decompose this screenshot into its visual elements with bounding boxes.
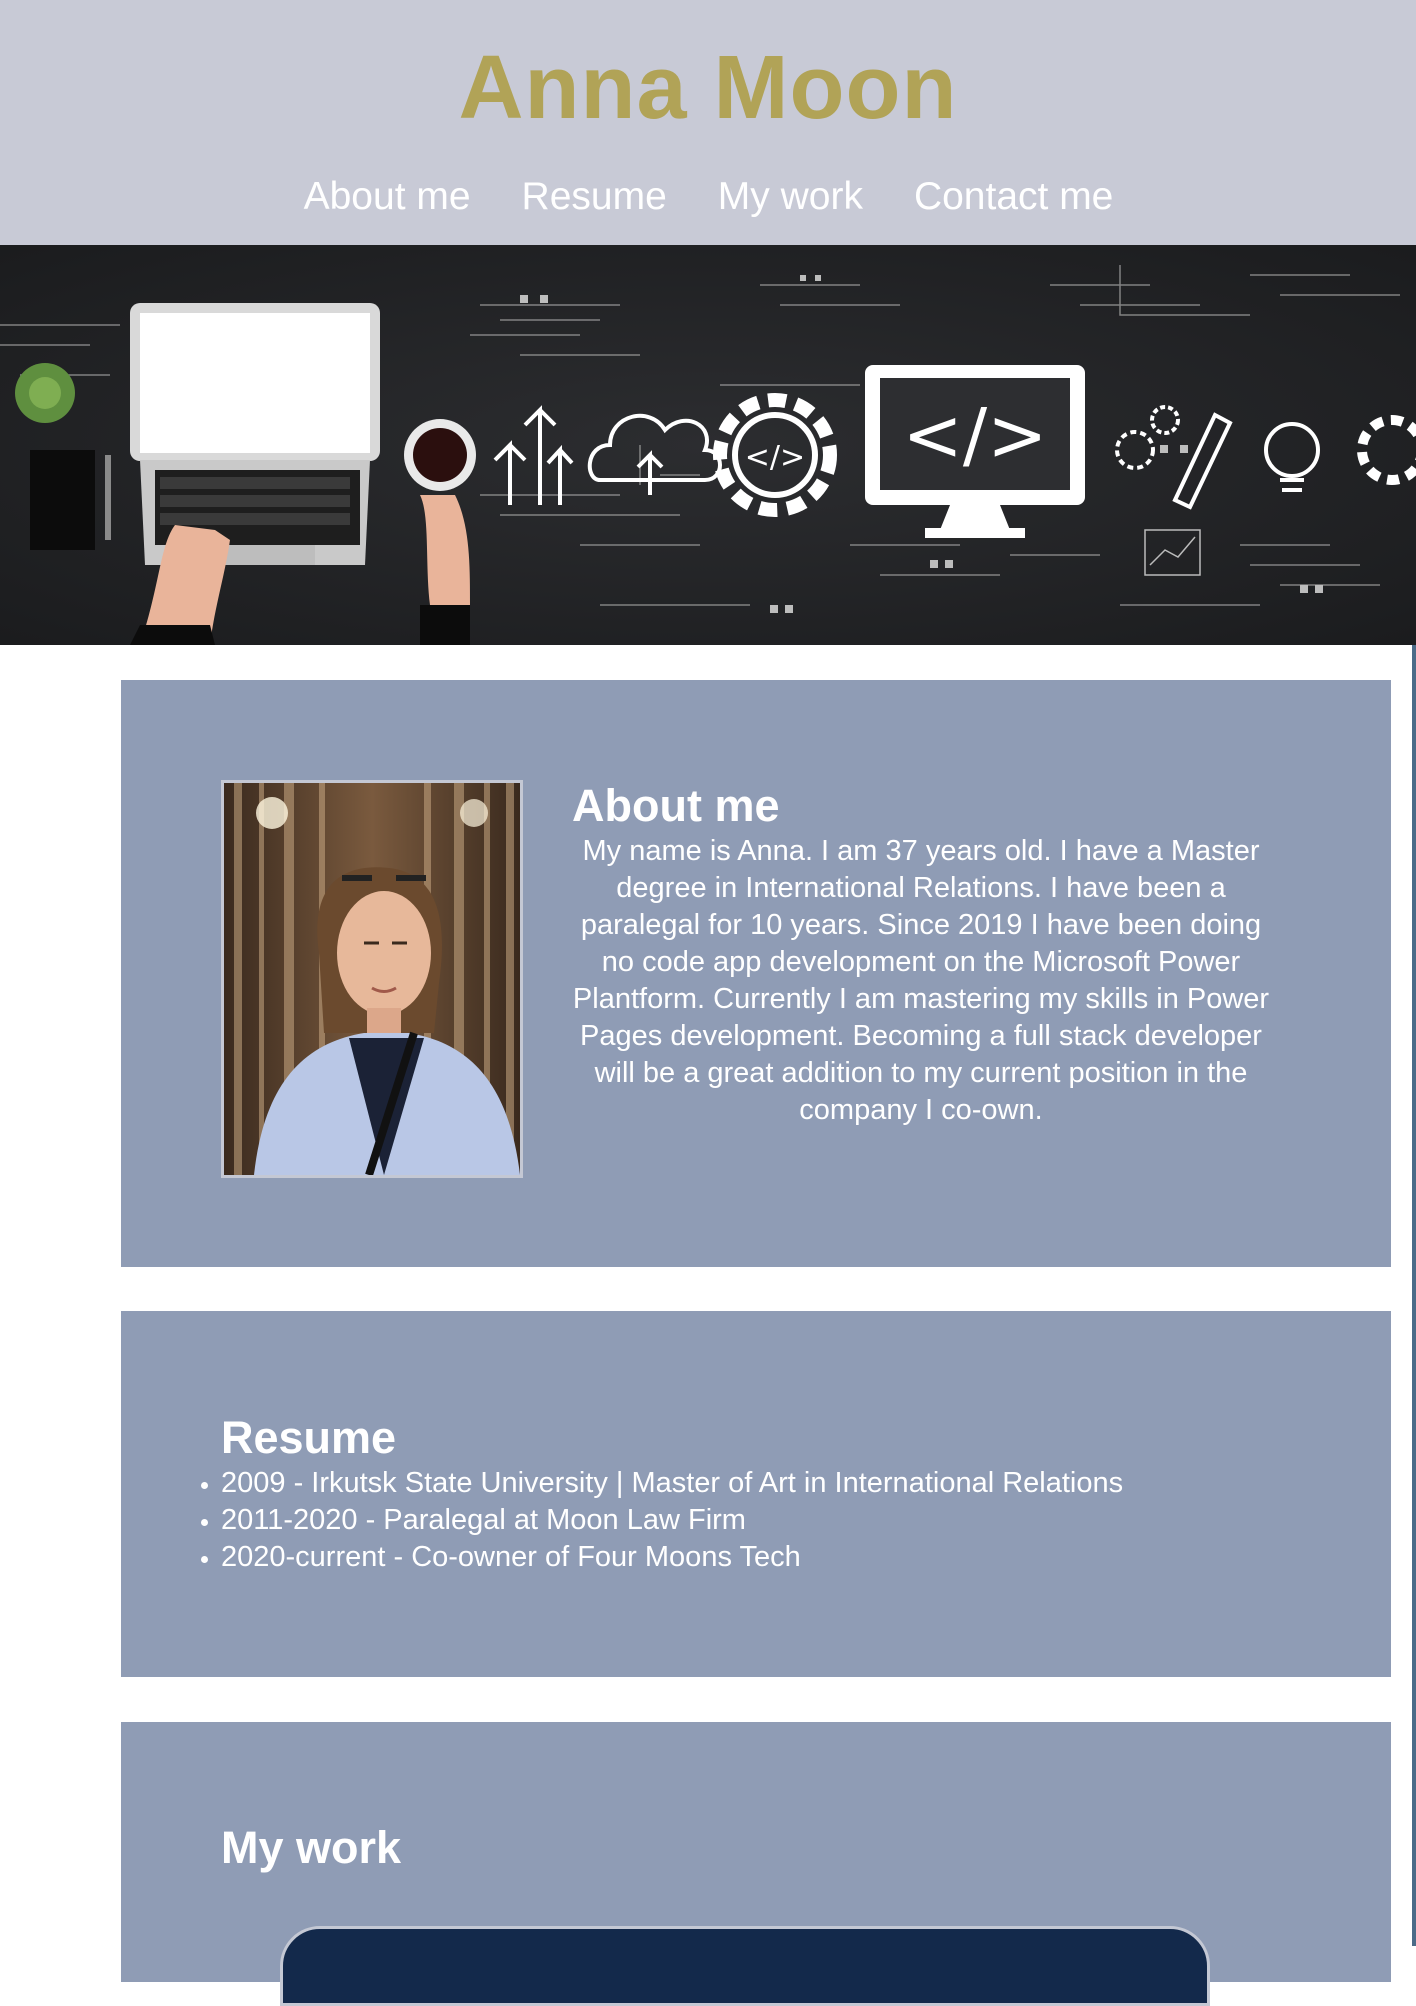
hero-banner-image: </> </>	[0, 245, 1416, 645]
profile-photo	[221, 780, 523, 1178]
work-item-card[interactable]	[280, 1926, 1210, 2006]
resume-list: 2009 - Irkutsk State University | Master…	[221, 1465, 1321, 1576]
nav-my-work[interactable]: My work	[718, 172, 863, 222]
main-nav: About me Resume My work Contact me	[0, 172, 1416, 222]
site-header: Anna Moon About me Resume My work Contac…	[0, 0, 1416, 245]
nav-resume[interactable]: Resume	[522, 172, 667, 222]
nav-contact-me[interactable]: Contact me	[914, 172, 1113, 222]
resume-item: 2011-2020 - Paralegal at Moon Law Firm	[221, 1502, 1321, 1539]
page-edge	[1412, 645, 1416, 1946]
hero-banner: </> </>	[0, 245, 1416, 645]
about-text: My name is Anna. I am 37 years old. I ha…	[572, 835, 1270, 1126]
work-heading: My work	[221, 1822, 402, 1873]
site-title: Anna Moon	[458, 38, 958, 138]
resume-item: 2020-current - Co-owner of Four Moons Te…	[221, 1539, 1321, 1576]
resume-item: 2009 - Irkutsk State University | Master…	[221, 1465, 1321, 1502]
svg-text:</>: </>	[745, 440, 805, 475]
svg-text:</>: </>	[903, 393, 1048, 477]
about-heading: About me	[572, 780, 780, 831]
nav-about-me[interactable]: About me	[304, 172, 471, 222]
resume-heading: Resume	[221, 1412, 397, 1463]
